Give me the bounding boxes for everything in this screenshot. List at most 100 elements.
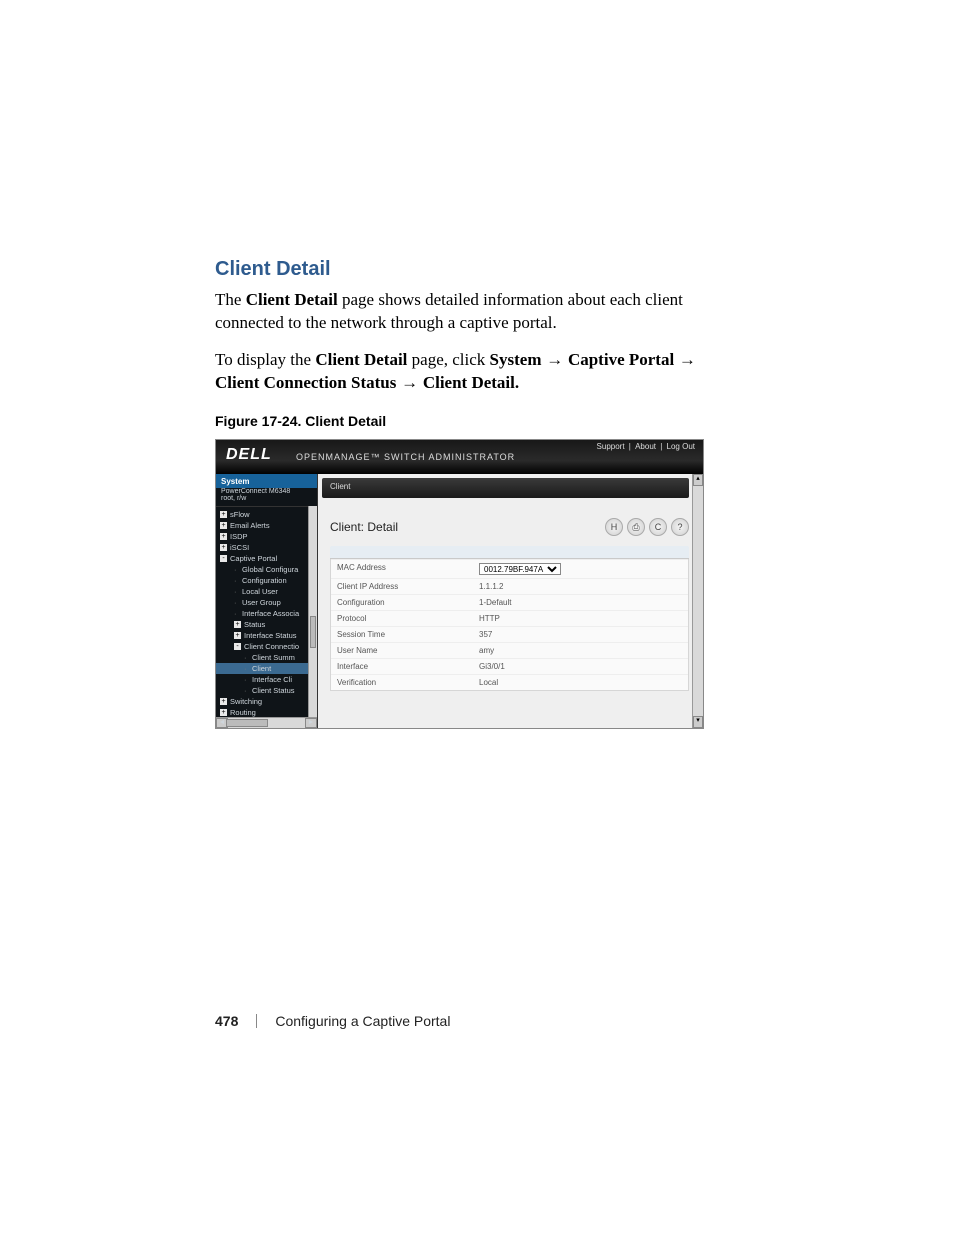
mac-address-select[interactable]: 0012.79BF.947A	[479, 563, 561, 575]
nav-item-label: Interface Status	[244, 631, 297, 640]
page-title: Client: Detail	[330, 520, 398, 534]
row-label: MAC Address	[331, 560, 473, 578]
print-icon[interactable]: ⎙	[627, 518, 645, 536]
intro-paragraph: The Client Detail page shows detailed in…	[215, 289, 710, 335]
nav-item[interactable]: +Status	[216, 619, 317, 630]
expand-icon[interactable]: +	[220, 709, 227, 716]
header-links: Support | About | Log Out	[595, 442, 695, 451]
save-icon[interactable]: H	[605, 518, 623, 536]
row-label: Configuration	[331, 595, 473, 610]
expand-icon[interactable]: +	[220, 544, 227, 551]
table-row: ProtocolHTTP	[331, 610, 688, 626]
nav-item[interactable]: +ISDP	[216, 531, 317, 542]
collapse-icon[interactable]: -	[234, 643, 241, 650]
nav-item-label: User Group	[242, 598, 281, 607]
nav-path-paragraph: To display the Client Detail page, click…	[215, 349, 710, 395]
nav-item-label: ISDP	[230, 532, 248, 541]
page-footer: 478 Configuring a Captive Portal	[215, 1013, 710, 1029]
chapter-title: Configuring a Captive Portal	[275, 1013, 450, 1029]
nav-item[interactable]: -Captive Portal	[216, 553, 317, 564]
nav-vertical-scrollbar[interactable]	[308, 506, 317, 718]
nav-item[interactable]: ·Interface Associa	[216, 608, 317, 619]
nav-item-label: Local User	[242, 587, 278, 596]
row-label: Interface	[331, 659, 473, 674]
help-icon[interactable]: ?	[671, 518, 689, 536]
header-link[interactable]: Log Out	[667, 442, 695, 451]
row-label: Client IP Address	[331, 579, 473, 594]
row-value: 1.1.1.2	[473, 579, 688, 594]
header-link[interactable]: Support	[597, 442, 625, 451]
expand-icon[interactable]: +	[220, 698, 227, 705]
nav-item[interactable]: ·Client Summ	[216, 652, 317, 663]
nav-item-label: Routing	[230, 708, 256, 717]
nav-item-label: Client	[252, 664, 271, 673]
figure-caption: Figure 17-24. Client Detail	[215, 413, 710, 429]
nav-item-label: Email Alerts	[230, 521, 270, 530]
table-row: Configuration1-Default	[331, 594, 688, 610]
section-tabs	[330, 546, 689, 559]
row-label: Verification	[331, 675, 473, 690]
nav-item-label: Interface Cli	[252, 675, 292, 684]
app-header: DELL OPENMANAGE™ SWITCH ADMINISTRATOR Su…	[216, 440, 703, 474]
breadcrumb: Client	[322, 478, 689, 498]
nav-item[interactable]: +Email Alerts	[216, 520, 317, 531]
table-row: User Nameamy	[331, 642, 688, 658]
nav-item-label: Captive Portal	[230, 554, 277, 563]
nav-item-label: Client Connectio	[244, 642, 299, 651]
nav-item[interactable]: -Client Connectio	[216, 641, 317, 652]
expand-icon[interactable]: +	[220, 511, 227, 518]
row-value: 1-Default	[473, 595, 688, 610]
page-number: 478	[215, 1013, 238, 1029]
table-row: MAC Address 0012.79BF.947A	[331, 559, 688, 578]
row-value: Gi3/0/1	[473, 659, 688, 674]
nav-item[interactable]: +sFlow	[216, 509, 317, 520]
scroll-down-icon[interactable]: ▾	[693, 716, 703, 728]
row-value: 357	[473, 627, 688, 642]
scroll-right-icon[interactable]: ►	[305, 718, 317, 728]
main-panel: Client Client: Detail H⎙C? MAC Address 00…	[318, 474, 703, 728]
main-vertical-scrollbar[interactable]: ▴ ▾	[692, 474, 703, 728]
nav-item[interactable]: ·Local User	[216, 586, 317, 597]
nav-item-label: Configuration	[242, 576, 287, 585]
table-row: VerificationLocal	[331, 674, 688, 690]
nav-horizontal-scrollbar[interactable]: ◄ ►	[216, 717, 317, 728]
row-value: HTTP	[473, 611, 688, 626]
nav-item[interactable]: +Interface Status	[216, 630, 317, 641]
nav-item[interactable]: +Switching	[216, 696, 317, 707]
section-heading: Client Detail	[215, 258, 710, 281]
nav-item-label: Interface Associa	[242, 609, 299, 618]
row-label: Session Time	[331, 627, 473, 642]
nav-item-label: iSCSI	[230, 543, 249, 552]
expand-icon[interactable]: +	[234, 621, 241, 628]
header-link[interactable]: About	[635, 442, 656, 451]
table-row: InterfaceGi3/0/1	[331, 658, 688, 674]
nav-item[interactable]: ·Client Status	[216, 685, 317, 696]
scroll-up-icon[interactable]: ▴	[693, 474, 703, 486]
nav-tree[interactable]: System PowerConnect M6348 root, r/w +sFl…	[216, 474, 318, 728]
nav-item-label: Status	[244, 620, 265, 629]
app-title: OPENMANAGE™ SWITCH ADMINISTRATOR	[296, 452, 515, 462]
row-label: User Name	[331, 643, 473, 658]
detail-table: MAC Address 0012.79BF.947A Client IP Addre…	[330, 559, 689, 691]
nav-item[interactable]: ·Interface Cli	[216, 674, 317, 685]
nav-device-info: PowerConnect M6348 root, r/w	[216, 488, 317, 507]
nav-system-header[interactable]: System	[216, 474, 317, 488]
table-row: Client IP Address1.1.1.2	[331, 578, 688, 594]
nav-item-label: sFlow	[230, 510, 250, 519]
table-row: Session Time357	[331, 626, 688, 642]
nav-item-label: Global Configura	[242, 565, 298, 574]
collapse-icon[interactable]: -	[220, 555, 227, 562]
nav-item[interactable]: ·Client	[216, 663, 317, 674]
row-value: Local	[473, 675, 688, 690]
screenshot: DELL OPENMANAGE™ SWITCH ADMINISTRATOR Su…	[215, 439, 704, 729]
nav-item[interactable]: ·User Group	[216, 597, 317, 608]
nav-item[interactable]: ·Configuration	[216, 575, 317, 586]
expand-icon[interactable]: +	[234, 632, 241, 639]
nav-item[interactable]: ·Global Configura	[216, 564, 317, 575]
dell-logo: DELL	[226, 446, 272, 464]
refresh-icon[interactable]: C	[649, 518, 667, 536]
expand-icon[interactable]: +	[220, 533, 227, 540]
nav-item[interactable]: +iSCSI	[216, 542, 317, 553]
expand-icon[interactable]: +	[220, 522, 227, 529]
nav-item-label: Switching	[230, 697, 262, 706]
